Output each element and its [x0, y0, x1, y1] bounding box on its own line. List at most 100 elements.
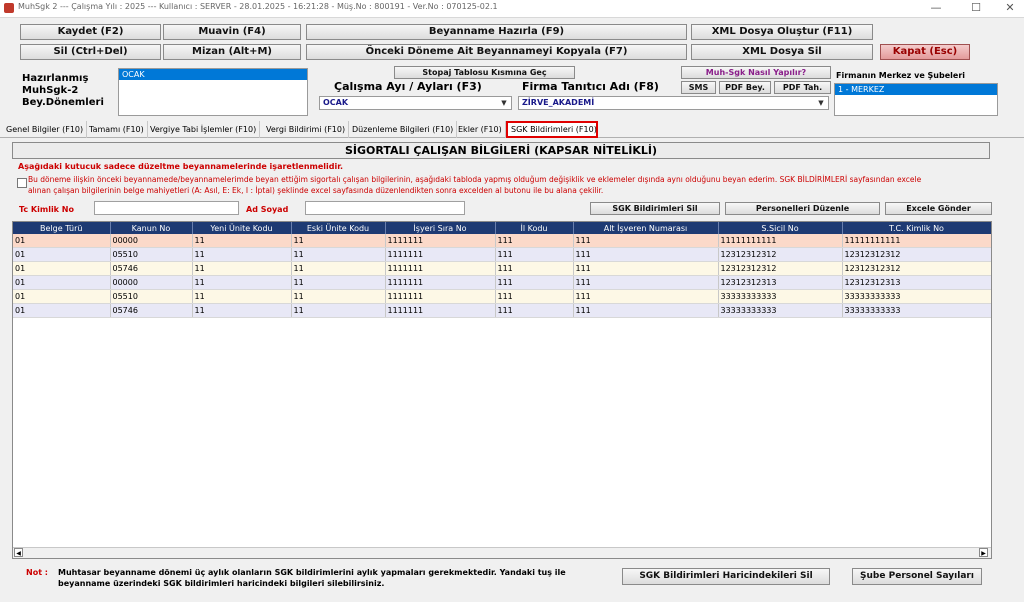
horizontal-scrollbar[interactable]: ◀ ▶ [13, 547, 991, 558]
table-cell[interactable]: 05510 [110, 247, 193, 262]
table-cell[interactable]: 11 [192, 261, 292, 276]
table-cell[interactable]: 11111111111 [842, 234, 991, 248]
scroll-left-icon[interactable]: ◀ [14, 548, 23, 557]
tab-vergiye-tabi[interactable]: Vergiye Tabi İşlemler (F10) [147, 121, 261, 138]
maximize-icon[interactable]: ☐ [966, 1, 986, 14]
table-cell[interactable]: 11 [291, 289, 386, 304]
pdf-bey-button[interactable]: PDF Bey. [719, 81, 771, 94]
pdf-tah-button[interactable]: PDF Tah. [774, 81, 831, 94]
table-cell[interactable]: 11111111111 [718, 234, 843, 248]
table-cell[interactable]: 11 [192, 234, 292, 248]
table-cell[interactable]: 12312312312 [842, 261, 991, 276]
table-cell[interactable]: 33333333333 [842, 289, 991, 304]
table-cell[interactable]: 01 [13, 247, 111, 262]
mizan-button[interactable]: Mizan (Alt+M) [163, 44, 301, 60]
table-cell[interactable]: 111 [573, 234, 719, 248]
close-icon[interactable]: ✕ [1000, 1, 1020, 14]
table-cell[interactable]: 111 [573, 289, 719, 304]
table-cell[interactable]: 111 [495, 261, 574, 276]
nasil-yapilir-button[interactable]: Muh-Sgk Nasıl Yapılır? [681, 66, 831, 79]
table-cell[interactable]: 01 [13, 275, 111, 290]
muavin-button[interactable]: Muavin (F4) [163, 24, 301, 40]
table-cell[interactable]: 05746 [110, 303, 193, 318]
minimize-icon[interactable]: — [926, 1, 946, 14]
sube-personel-button[interactable]: Şube Personel Sayıları [852, 568, 982, 585]
sube-item[interactable]: 1 - MERKEZ [835, 84, 997, 95]
table-cell[interactable]: 11 [291, 275, 386, 290]
sgk-sil-button[interactable]: SGK Bildirimleri Sil [590, 202, 720, 215]
table-cell[interactable]: 33333333333 [842, 303, 991, 318]
chevron-down-icon[interactable]: ▼ [815, 97, 827, 109]
table-cell[interactable]: 111 [495, 234, 574, 248]
sms-button[interactable]: SMS [681, 81, 716, 94]
table-cell[interactable]: 33333333333 [718, 303, 843, 318]
beyanname-hazirla-button[interactable]: Beyanname Hazırla (F9) [306, 24, 687, 40]
table-cell[interactable]: 111 [573, 303, 719, 318]
subeler-listbox[interactable]: 1 - MERKEZ [834, 83, 998, 116]
table-row[interactable]: 01 05746 11 11 1111111 111 111 12312312312 12312… [13, 261, 991, 276]
table-cell[interactable]: 1111111 [385, 247, 496, 262]
table-row[interactable]: 01 00000 11 11 1111111 111 111 11111111111 11111… [13, 234, 991, 248]
table-cell[interactable]: 12312312313 [842, 275, 991, 290]
personel-duzenle-button[interactable]: Personelleri Düzenle [725, 202, 880, 215]
table-cell[interactable]: 11 [192, 275, 292, 290]
excele-gonder-button[interactable]: Excele Gönder [885, 202, 992, 215]
table-cell[interactable]: 11 [291, 261, 386, 276]
table-cell[interactable]: 01 [13, 289, 111, 304]
table-cell[interactable]: 111 [495, 247, 574, 262]
table-cell[interactable]: 111 [573, 247, 719, 262]
table-cell[interactable]: 11 [291, 303, 386, 318]
ad-input[interactable] [305, 201, 465, 215]
table-cell[interactable]: 01 [13, 261, 111, 276]
table-row[interactable]: 01 05510 11 11 1111111 111 111 12312312312 12312… [13, 247, 991, 262]
table-cell[interactable]: 12312312312 [718, 261, 843, 276]
col-belge-turu[interactable]: Belge Türü [13, 222, 111, 234]
haric-sil-button[interactable]: SGK Bildirimleri Haricindekileri Sil [622, 568, 830, 585]
table-cell[interactable]: 111 [495, 275, 574, 290]
table-cell[interactable]: 05510 [110, 289, 193, 304]
sgk-grid[interactable]: Belge Türü Kanun No Yeni Ünite Kodu Eski… [12, 221, 992, 559]
table-cell[interactable]: 11 [291, 247, 386, 262]
scroll-right-icon[interactable]: ▶ [979, 548, 988, 557]
tab-sgk-bildirimleri[interactable]: SGK Bildirimleri (F10) [506, 121, 598, 138]
table-cell[interactable]: 01 [13, 234, 111, 248]
table-row[interactable]: 01 00000 11 11 1111111 111 111 12312312313 12312… [13, 275, 991, 290]
table-cell[interactable]: 05746 [110, 261, 193, 276]
donem-item[interactable]: OCAK [119, 69, 307, 80]
table-cell[interactable]: 11 [291, 234, 386, 248]
table-cell[interactable]: 111 [495, 289, 574, 304]
table-cell[interactable]: 1111111 [385, 275, 496, 290]
table-cell[interactable]: 00000 [110, 275, 193, 290]
col-il-kodu[interactable]: İl Kodu [495, 222, 574, 234]
col-isyeri-sira[interactable]: İşyeri Sıra No [385, 222, 496, 234]
table-cell[interactable]: 00000 [110, 234, 193, 248]
tab-duzenleme-bilgileri[interactable]: Düzenleme Bilgileri (F10) [349, 121, 458, 138]
kaydet-button[interactable]: Kaydet (F2) [20, 24, 161, 40]
col-eski-unite[interactable]: Eski Ünite Kodu [291, 222, 386, 234]
tab-genel-bilgiler[interactable]: Genel Bilgiler (F10) [3, 121, 88, 138]
table-cell[interactable]: 12312312312 [842, 247, 991, 262]
table-cell[interactable]: 33333333333 [718, 289, 843, 304]
xml-sil-button[interactable]: XML Dosya Sil [691, 44, 873, 60]
duzeltme-checkbox[interactable] [17, 178, 27, 188]
table-cell[interactable]: 12312312313 [718, 275, 843, 290]
col-tc-kimlik[interactable]: T.C. Kimlik No [842, 222, 991, 234]
table-cell[interactable]: 111 [573, 261, 719, 276]
table-cell[interactable]: 1111111 [385, 303, 496, 318]
firma-select[interactable]: ZİRVE_AKADEMİ ▼ [518, 96, 829, 110]
stopaj-button[interactable]: Stopaj Tablosu Kısmına Geç [394, 66, 575, 79]
table-cell[interactable]: 111 [573, 275, 719, 290]
col-sicil-no[interactable]: S.Sicil No [718, 222, 843, 234]
col-kanun-no[interactable]: Kanun No [110, 222, 193, 234]
table-cell[interactable]: 1111111 [385, 261, 496, 276]
col-yeni-unite[interactable]: Yeni Ünite Kodu [192, 222, 292, 234]
table-cell[interactable]: 11 [192, 247, 292, 262]
table-cell[interactable]: 111 [495, 303, 574, 318]
table-row[interactable]: 01 05746 11 11 1111111 111 111 33333333333 33333… [13, 303, 991, 318]
sil-button[interactable]: Sil (Ctrl+Del) [20, 44, 161, 60]
col-alt-isveren[interactable]: Alt İşveren Numarası [573, 222, 719, 234]
tab-ekler[interactable]: Ekler (F10) [455, 121, 506, 138]
donemler-listbox[interactable]: OCAK [118, 68, 308, 116]
tab-vergi-bildirimi[interactable]: Vergi Bildirimi (F10) [263, 121, 350, 138]
tab-tamami[interactable]: Tamamı (F10) [86, 121, 148, 138]
